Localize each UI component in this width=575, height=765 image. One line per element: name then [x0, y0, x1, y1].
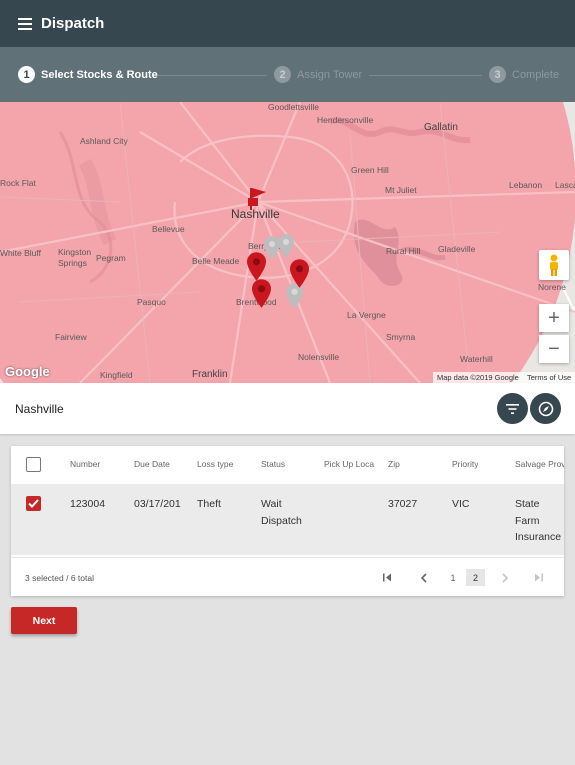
map-label: Hendersonville: [317, 115, 374, 125]
page-button[interactable]: 1: [446, 569, 460, 586]
map-label: Belle Meade: [192, 256, 240, 266]
map-label: Rural Hill: [386, 246, 421, 256]
map-label: Bellevue: [152, 224, 185, 234]
cell-status-line: Wait: [261, 498, 282, 510]
stepper: 1 Select Stocks & Route 2 Assign Tower 3…: [0, 47, 575, 102]
step-number: 3: [489, 66, 506, 83]
zoom-out-button[interactable]: −: [539, 335, 569, 363]
column-header[interactable]: Due Date: [134, 459, 170, 469]
map-label: Lebanon: [509, 180, 543, 190]
menu-icon[interactable]: [18, 17, 32, 30]
step-label: Complete: [512, 68, 560, 81]
cell-number: 123004: [70, 498, 106, 510]
map-label: Green Hill: [351, 165, 389, 175]
location-search-bar: Nashville: [0, 383, 575, 434]
column-header[interactable]: Priority: [452, 459, 478, 469]
select-all-checkbox[interactable]: [26, 457, 41, 472]
selection-count: 3 selected / 6 total: [25, 573, 94, 583]
cell-salvage-line: Farm: [515, 514, 540, 527]
next-button[interactable]: Next: [11, 607, 77, 634]
cell-salvage-line: Insurance: [515, 531, 562, 543]
stocks-table: Number Due Date Loss type Status Pick Up…: [11, 446, 564, 596]
compass-icon: [538, 401, 553, 416]
step-number: 2: [274, 66, 291, 83]
map-label: Pasquo: [137, 297, 166, 307]
app-title: Dispatch: [41, 15, 105, 32]
zoom-in-button[interactable]: +: [539, 304, 569, 332]
row-checkbox[interactable]: [26, 496, 41, 511]
step-complete[interactable]: 3 Complete: [489, 66, 559, 83]
terms-of-use-link[interactable]: Terms of Use: [523, 372, 575, 383]
column-header[interactable]: Number: [70, 459, 100, 469]
app-bar: Dispatch: [0, 0, 575, 47]
map-label: Fairview: [55, 332, 87, 342]
map-label: Gladeville: [438, 244, 476, 254]
map-label: La Vergne: [347, 310, 386, 320]
step-number: 1: [18, 66, 35, 83]
step-label: Select Stocks & Route: [41, 68, 158, 81]
navigate-button[interactable]: [530, 393, 561, 424]
map-label: Kingfield: [100, 370, 133, 380]
column-header[interactable]: Pick Up Loca: [324, 459, 376, 469]
map-label: Lascassas: [555, 180, 575, 190]
next-page-icon[interactable]: [497, 569, 513, 586]
map-label: Mt Juliet: [385, 185, 417, 195]
cell-due-date: 03/17/201: [134, 498, 181, 510]
filter-icon: [506, 403, 519, 414]
location-pin[interactable]: [290, 259, 309, 288]
first-page-icon[interactable]: [379, 569, 395, 586]
map-label: Waterhill: [460, 354, 493, 364]
cell-zip: 37027: [388, 498, 418, 510]
cell-loss-type: Theft: [197, 498, 221, 510]
map-label: Goodlettsville: [268, 102, 320, 112]
map-label: Franklin: [192, 369, 228, 380]
location-pin[interactable]: [247, 252, 266, 281]
cell-status: Wait Dispatch: [261, 496, 302, 529]
map-label: Ashland City: [80, 136, 128, 146]
step-select-stocks[interactable]: 1 Select Stocks & Route: [18, 66, 158, 83]
map-label: Norene: [538, 282, 566, 292]
map-attribution: Map data ©2019 Google: [433, 372, 523, 383]
column-header[interactable]: Status: [261, 459, 285, 469]
map-city-label: Nashville: [231, 207, 280, 221]
step-label: Assign Tower: [297, 68, 363, 81]
cell-priority: VIC: [452, 498, 470, 510]
last-page-icon[interactable]: [531, 569, 547, 586]
google-logo: Google: [5, 364, 50, 379]
map-label: Nolensville: [298, 352, 340, 362]
street-view-pegman-icon[interactable]: [539, 250, 569, 280]
step-connector: [369, 75, 482, 76]
map-label: White Bluff: [0, 248, 41, 258]
table-row[interactable]: 123004 03/17/201 Theft Wait Dispatch 370…: [11, 484, 564, 555]
previous-page-icon[interactable]: [415, 569, 431, 586]
table-header: Number Due Date Loss type Status Pick Up…: [11, 446, 564, 482]
table-footer: 3 selected / 6 total 1 2: [11, 557, 564, 596]
column-header[interactable]: Salvage Prov: [515, 459, 564, 469]
step-assign-tower[interactable]: 2 Assign Tower: [274, 66, 362, 83]
map-label: Gallatin: [424, 122, 458, 133]
map-label: Smyrna: [386, 332, 416, 342]
filter-button[interactable]: [497, 393, 528, 424]
location-pin-muted[interactable]: [278, 234, 294, 258]
column-header[interactable]: Zip: [388, 459, 400, 469]
current-page-button[interactable]: 2: [466, 569, 485, 586]
map[interactable]: Goodlettsville Hendersonville Ashland Ci…: [0, 102, 575, 383]
cell-status-line: Dispatch: [261, 514, 302, 527]
step-connector: [154, 75, 267, 76]
location-search-input[interactable]: Nashville: [15, 402, 64, 416]
map-label: Pegram: [96, 253, 126, 263]
column-header[interactable]: Loss type: [197, 459, 233, 469]
cell-salvage-provider: State Farm Insurance: [515, 496, 561, 546]
location-pin[interactable]: [252, 279, 271, 308]
cell-salvage-line: State: [515, 498, 540, 510]
check-icon: [28, 499, 39, 508]
map-label: Rock Flat: [0, 178, 36, 188]
